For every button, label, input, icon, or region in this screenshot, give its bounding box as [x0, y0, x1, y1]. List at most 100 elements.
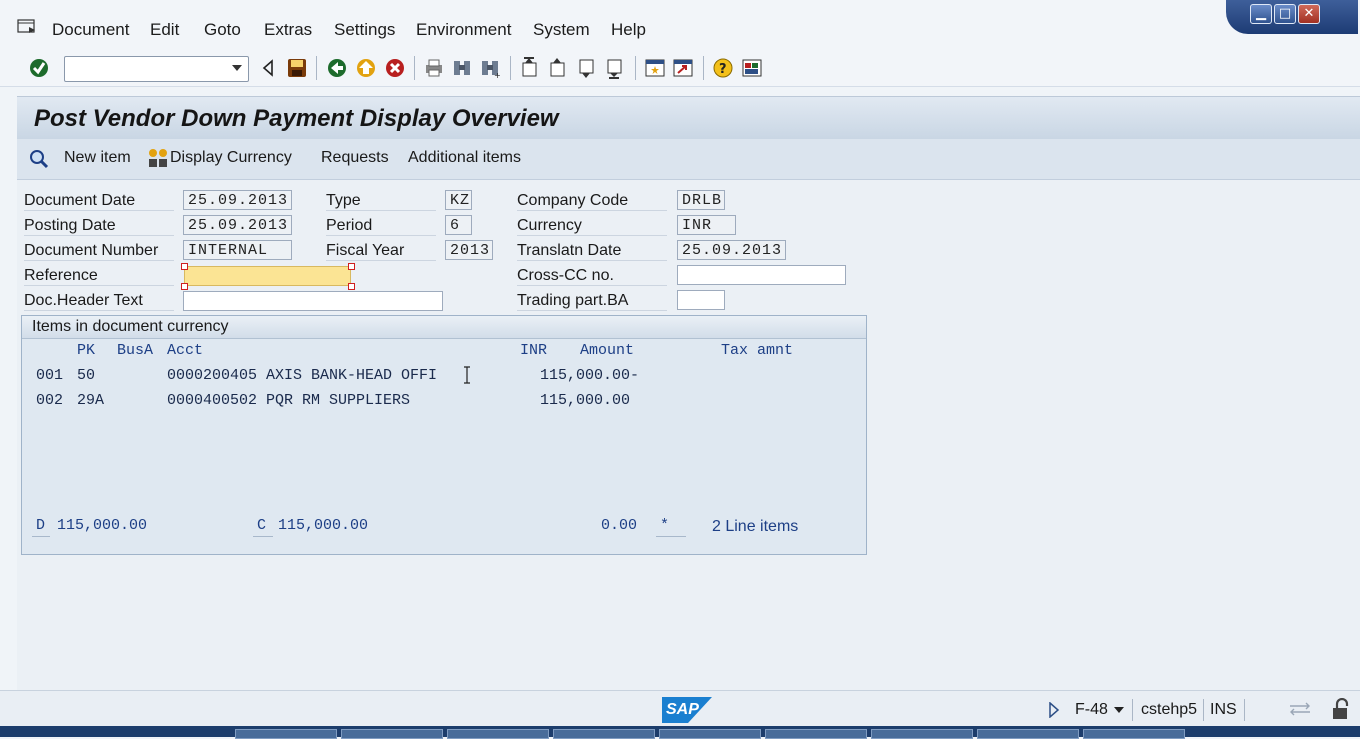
column-header-currency: INR — [520, 342, 548, 359]
type-label: Type — [326, 192, 436, 211]
standard-toolbar: + ? — [0, 50, 1360, 87]
column-header-amount: Amount — [580, 342, 635, 359]
posting-date-field[interactable]: 25.09.2013 — [183, 215, 292, 235]
next-page-icon[interactable] — [576, 57, 598, 79]
doc-header-text-field[interactable] — [183, 291, 443, 311]
cancel-icon[interactable] — [384, 57, 406, 79]
taskbar-button[interactable] — [1083, 729, 1185, 739]
column-header-busa: BusA — [117, 342, 154, 359]
toolbar-separator — [703, 56, 704, 80]
menu-toggle-icon[interactable] — [17, 18, 37, 36]
back-triangle-icon[interactable] — [258, 57, 280, 79]
help-icon[interactable]: ? — [712, 57, 734, 79]
back-icon[interactable] — [326, 57, 348, 79]
cross-cc-field[interactable] — [677, 265, 846, 285]
menu-document[interactable]: Document — [52, 20, 129, 40]
selection-handle — [348, 263, 355, 270]
taskbar-button[interactable] — [447, 729, 549, 739]
close-button[interactable]: ✕ — [1298, 4, 1320, 24]
display-currency-icon[interactable] — [147, 147, 169, 169]
taskbar-button[interactable] — [553, 729, 655, 739]
print-icon[interactable] — [423, 57, 445, 79]
command-field[interactable] — [64, 56, 249, 82]
menu-goto[interactable]: Goto — [204, 20, 241, 40]
insert-mode: INS — [1210, 701, 1237, 718]
status-separator — [1132, 699, 1133, 721]
company-code-field[interactable]: DRLB — [677, 190, 725, 210]
previous-page-icon[interactable] — [547, 57, 569, 79]
svg-text:?: ? — [719, 62, 727, 77]
fiscal-year-label: Fiscal Year — [326, 242, 436, 261]
enter-icon[interactable] — [28, 57, 50, 79]
menu-edit[interactable]: Edit — [150, 20, 179, 40]
sap-logo-text: SAP — [666, 701, 699, 718]
server-name: cstehp5 — [1141, 701, 1198, 718]
status-separator — [1244, 699, 1245, 721]
exit-icon[interactable] — [355, 57, 377, 79]
period-field[interactable]: 6 — [445, 215, 472, 235]
doc-header-text-label: Doc.Header Text — [24, 292, 174, 311]
debit-total: 115,000.00 — [57, 517, 148, 534]
menu-environment[interactable]: Environment — [416, 20, 511, 40]
display-currency-button[interactable]: Display Currency — [170, 149, 292, 167]
title-bar: Post Vendor Down Payment Display Overvie… — [17, 96, 1360, 139]
items-group-title: Items in document currency — [32, 318, 229, 335]
status-separator — [1203, 699, 1204, 721]
layout-menu-icon[interactable] — [741, 57, 763, 79]
last-page-icon[interactable] — [604, 57, 626, 79]
text-cursor-icon — [464, 366, 470, 384]
credit-label: C — [257, 517, 267, 534]
debit-label: D — [36, 517, 46, 534]
first-page-icon[interactable] — [519, 57, 541, 79]
shortcut-icon[interactable] — [672, 57, 694, 79]
dropdown-arrow-icon[interactable] — [232, 65, 242, 71]
row-pk: 50 — [77, 367, 96, 384]
row-amount: 115,000.00- — [540, 367, 640, 384]
row-account[interactable]: 0000400502 PQR RM SUPPLIERS — [167, 392, 410, 409]
currency-label: Currency — [517, 217, 667, 236]
currency-field[interactable]: INR — [677, 215, 736, 235]
taskbar-button[interactable] — [235, 729, 337, 739]
row-pk: 29A — [77, 392, 105, 409]
menu-settings[interactable]: Settings — [334, 20, 395, 40]
lock-icon[interactable] — [1330, 698, 1354, 720]
line-items-count: 2 Line items — [712, 518, 799, 535]
menu-extras[interactable]: Extras — [264, 20, 312, 40]
new-item-icon[interactable] — [28, 148, 50, 170]
new-item-button[interactable]: New item — [64, 149, 131, 167]
row-account[interactable]: 0000200405 AXIS BANK-HEAD OFFI — [167, 367, 437, 384]
requests-button[interactable]: Requests — [321, 149, 389, 167]
menu-help[interactable]: Help — [611, 20, 646, 40]
divider — [32, 536, 50, 537]
taskbar-button[interactable] — [977, 729, 1079, 739]
type-field[interactable]: KZ — [445, 190, 472, 210]
document-date-field[interactable]: 25.09.2013 — [183, 190, 292, 210]
reference-field[interactable] — [184, 266, 351, 286]
create-session-icon[interactable] — [644, 57, 666, 79]
save-icon[interactable] — [286, 57, 308, 79]
trading-part-field[interactable] — [677, 290, 725, 310]
taskbar-button[interactable] — [871, 729, 973, 739]
document-number-label: Document Number — [24, 242, 174, 261]
translatn-date-field[interactable]: 25.09.2013 — [677, 240, 786, 260]
chevron-down-icon[interactable] — [1113, 706, 1125, 714]
status-expand-icon[interactable] — [1048, 702, 1060, 718]
menu-system[interactable]: System — [533, 20, 590, 40]
additional-items-button[interactable]: Additional items — [408, 149, 521, 167]
minimize-button[interactable]: ▁ — [1250, 4, 1272, 24]
selection-handle — [348, 283, 355, 290]
balance-total: 0.00 — [601, 517, 638, 534]
fiscal-year-field[interactable]: 2013 — [445, 240, 493, 260]
find-next-icon[interactable]: + — [479, 57, 501, 79]
document-number-field[interactable]: INTERNAL — [183, 240, 292, 260]
reference-label: Reference — [24, 267, 174, 286]
taskbar-button[interactable] — [659, 729, 761, 739]
transaction-code: F-48 — [1075, 701, 1108, 718]
toolbar-separator — [316, 56, 317, 80]
connection-icon — [1290, 702, 1310, 716]
taskbar-button[interactable] — [765, 729, 867, 739]
cross-cc-label: Cross-CC no. — [517, 267, 667, 286]
taskbar-button[interactable] — [341, 729, 443, 739]
maximize-button[interactable]: □ — [1274, 4, 1296, 24]
find-icon[interactable] — [451, 57, 473, 79]
